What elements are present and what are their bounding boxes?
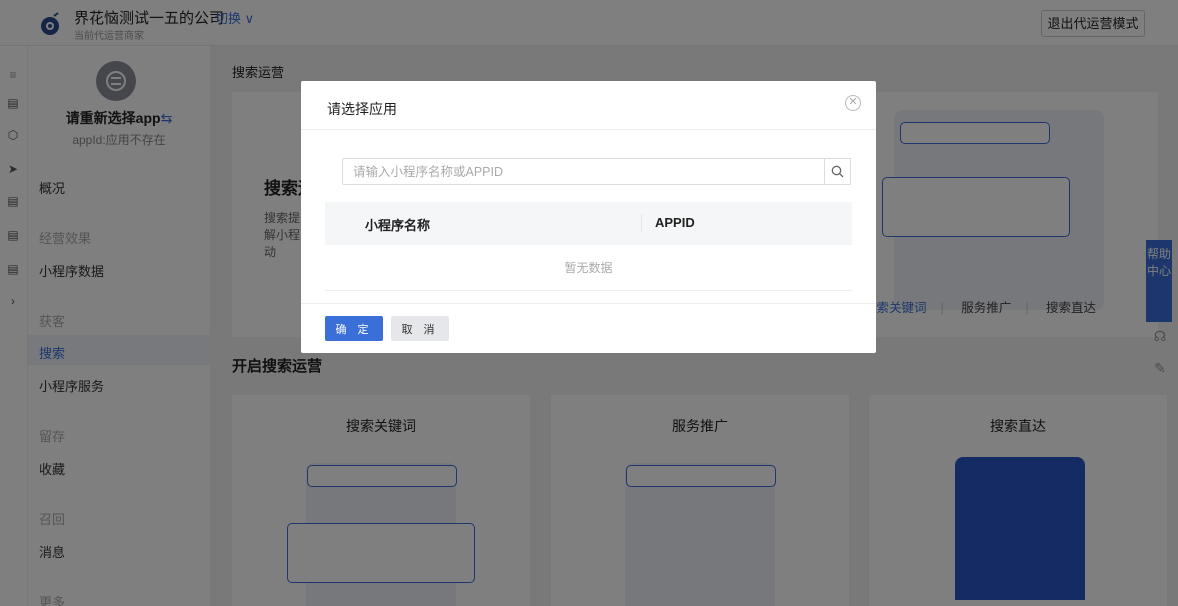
search-input[interactable] bbox=[342, 158, 825, 185]
empty-state: 暂无数据 bbox=[325, 245, 852, 291]
dialog-title: 请选择应用 bbox=[327, 101, 397, 117]
column-header-name: 小程序名称 bbox=[365, 218, 431, 233]
search-icon bbox=[831, 165, 844, 178]
column-header-appid: APPID bbox=[655, 215, 695, 230]
confirm-button[interactable]: 确 定 bbox=[325, 316, 383, 341]
divider bbox=[301, 129, 876, 130]
divider bbox=[301, 303, 876, 304]
column-divider bbox=[641, 214, 642, 232]
close-icon[interactable]: ✕ bbox=[845, 95, 861, 111]
cancel-button[interactable]: 取 消 bbox=[391, 316, 449, 341]
table-header: 小程序名称 APPID bbox=[325, 202, 852, 245]
select-app-dialog: 请选择应用 ✕ 小程序名称 APPID 暂无数据 确 定 取 消 bbox=[301, 81, 876, 353]
search-button[interactable] bbox=[824, 158, 851, 185]
